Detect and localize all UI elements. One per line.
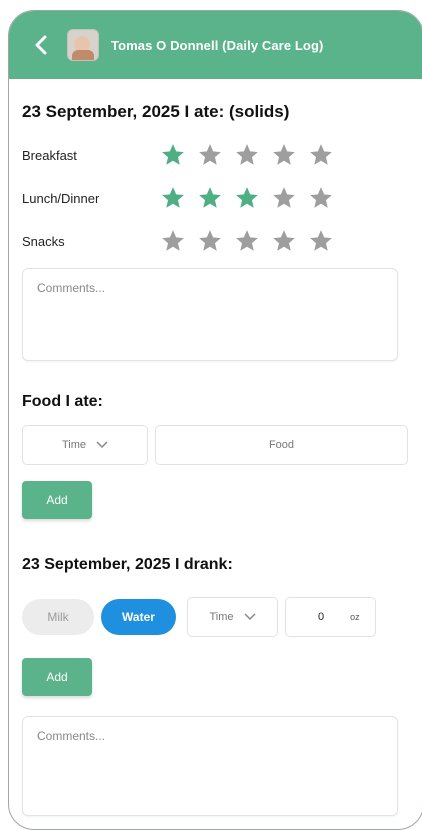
drink-time-select[interactable]: Time [187, 597, 278, 637]
avatar [67, 29, 99, 61]
back-button[interactable] [27, 31, 55, 59]
food-heading: Food I ate: [22, 393, 103, 410]
star-empty-icon[interactable] [234, 228, 260, 254]
star-empty-icon[interactable] [197, 228, 223, 254]
star-empty-icon[interactable] [234, 142, 260, 168]
chevron-left-icon [35, 35, 47, 55]
solids-comments-field[interactable]: Comments... [22, 268, 398, 361]
rating-label: Breakfast [22, 147, 77, 163]
star-filled-icon[interactable] [160, 142, 186, 168]
rating-stars[interactable] [160, 142, 334, 168]
add-drink-button[interactable]: Add [22, 658, 92, 696]
drink-amount-value: 0 [318, 611, 325, 623]
rating-row-breakfast: Breakfast [22, 142, 342, 168]
rating-label: Snacks [22, 233, 65, 249]
star-empty-icon[interactable] [271, 228, 297, 254]
rating-row-lunch-dinner: Lunch/Dinner [22, 185, 342, 211]
food-input[interactable]: Food [155, 425, 408, 465]
star-filled-icon[interactable] [234, 185, 260, 211]
chevron-down-icon [96, 441, 108, 449]
star-empty-icon[interactable] [197, 142, 223, 168]
star-empty-icon[interactable] [160, 228, 186, 254]
drink-unit-label: oz [350, 612, 360, 622]
food-time-select[interactable]: Time [22, 425, 148, 465]
water-toggle[interactable]: Water [101, 599, 176, 635]
star-empty-icon[interactable] [308, 228, 334, 254]
food-time-placeholder: Time [61, 439, 87, 451]
star-filled-icon[interactable] [197, 185, 223, 211]
star-empty-icon[interactable] [271, 185, 297, 211]
rating-stars[interactable] [160, 185, 334, 211]
page-title: Tomas O Donnell (Daily Care Log) [111, 37, 324, 53]
app-header: Tomas O Donnell (Daily Care Log) [9, 11, 422, 79]
drink-amount-input[interactable]: 0 oz [285, 597, 376, 637]
drinks-heading: 23 September, 2025 I drank: [22, 556, 233, 573]
rating-row-snacks: Snacks [22, 228, 342, 254]
star-empty-icon[interactable] [308, 142, 334, 168]
chevron-down-icon [243, 613, 256, 621]
solids-heading: 23 September, 2025 I ate: (solids) [22, 102, 290, 121]
star-empty-icon[interactable] [308, 185, 334, 211]
rating-stars[interactable] [160, 228, 334, 254]
drinks-comments-field[interactable]: Comments... [22, 716, 398, 816]
rating-label: Lunch/Dinner [22, 190, 100, 206]
milk-toggle[interactable]: Milk [22, 599, 94, 635]
drink-time-placeholder: Time [209, 611, 234, 623]
app-frame: Tomas O Donnell (Daily Care Log) [8, 10, 422, 830]
star-filled-icon[interactable] [160, 185, 186, 211]
add-food-button[interactable]: Add [22, 481, 92, 519]
star-empty-icon[interactable] [271, 142, 297, 168]
